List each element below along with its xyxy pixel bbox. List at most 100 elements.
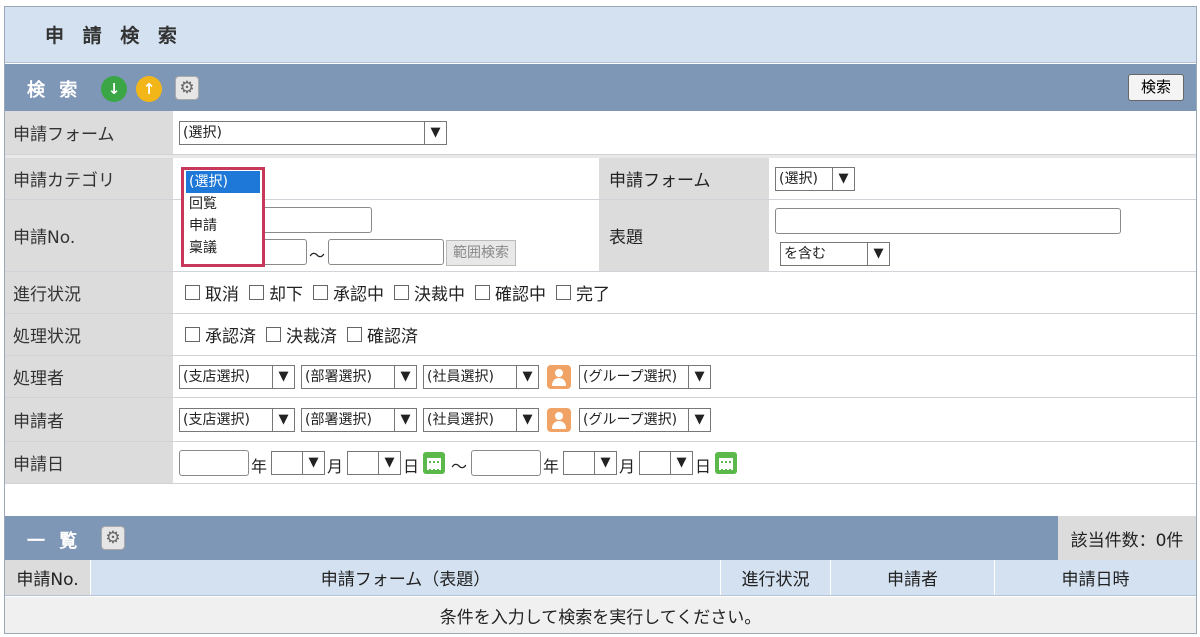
app-no-label: 申請No. (5, 200, 173, 271)
empty-results-message: 条件を入力して検索を実行してください。 (5, 597, 1196, 633)
chevron-down-icon: ▼ (394, 366, 416, 388)
form-right-select[interactable]: (選択) ▼ (775, 167, 855, 191)
list-section-bar: 一 覧 ⚙ 該当件数：0件 (5, 516, 1196, 560)
chevron-down-icon: ▼ (378, 452, 400, 474)
processor-group-select[interactable]: (グループ選択) ▼ (579, 365, 711, 389)
column-header-app-no[interactable]: 申請No. (5, 560, 91, 595)
processor-employee-select[interactable]: (社員選択) ▼ (423, 365, 539, 389)
chevron-down-icon: ▼ (688, 366, 710, 388)
checkbox-confirming[interactable]: 確認中 (475, 280, 546, 305)
chevron-down-icon: ▼ (867, 243, 889, 265)
chevron-down-icon: ▼ (594, 452, 616, 474)
page-title: 申 請 検 索 (45, 25, 183, 47)
processing-row: 処理状況 承認済 決裁済 確認済 (5, 314, 1196, 356)
search-button[interactable]: 検索 (1127, 74, 1184, 101)
checkbox-approved[interactable]: 承認済 (185, 322, 256, 347)
checkbox-complete[interactable]: 完了 (556, 280, 610, 305)
subject-match-select[interactable]: を含む ▼ (780, 242, 890, 266)
checkbox-confirmed[interactable]: 確認済 (347, 322, 418, 347)
chevron-down-icon: ▼ (302, 452, 324, 474)
checkbox-cancel[interactable]: 取消 (185, 280, 239, 305)
form-row: 申請フォーム (選択) ▼ (5, 111, 1196, 155)
date-to-month-select[interactable]: ▼ (563, 451, 617, 475)
search-section-label: 検 索 (27, 80, 82, 101)
processor-row: 処理者 (支店選択) ▼ (部署選択) ▼ (社員選択) ▼ (グループ選択) ▼ (5, 356, 1196, 398)
checkbox-approving[interactable]: 承認中 (313, 280, 384, 305)
results-table-header: 申請No. 申請フォーム（表題） 進行状況 申請者 申請日時 (5, 560, 1196, 596)
search-section-bar: 検 索 ↓ ↑ ⚙ 検索 (5, 64, 1196, 111)
chevron-down-icon: ▼ (832, 168, 854, 190)
app-no-input[interactable] (259, 207, 372, 233)
day-label: 日 (403, 457, 420, 476)
form-label: 申請フォーム (5, 111, 173, 154)
date-from-month-select[interactable]: ▼ (271, 451, 325, 475)
applicant-employee-select[interactable]: (社員選択) ▼ (423, 408, 539, 432)
chevron-down-icon: ▼ (394, 409, 416, 431)
dropdown-option[interactable]: 稟議 (186, 237, 260, 259)
date-to-year-input[interactable] (471, 450, 541, 476)
chevron-down-icon: ▼ (516, 409, 538, 431)
progress-label: 進行状況 (5, 272, 173, 313)
chevron-down-icon: ▼ (670, 452, 692, 474)
form-right-label: 申請フォーム (599, 158, 769, 199)
processor-branch-select[interactable]: (支店選択) ▼ (179, 365, 295, 389)
chevron-down-icon: ▼ (516, 366, 538, 388)
column-header-date[interactable]: 申請日時 (995, 560, 1196, 595)
column-header-form-subject[interactable]: 申請フォーム（表題） (91, 560, 721, 595)
tilde-separator: 〜 (451, 457, 468, 476)
checkbox-reject[interactable]: 却下 (249, 280, 303, 305)
progress-options: 取消 却下 承認中 決裁中 確認中 完了 (185, 272, 620, 313)
processor-label: 処理者 (5, 356, 173, 397)
category-dropdown-list[interactable]: (選択) 回覧 申請 稟議 (181, 167, 265, 267)
range-search-button[interactable]: 範囲検索 (446, 240, 516, 266)
column-header-applicant[interactable]: 申請者 (831, 560, 995, 595)
calendar-icon[interactable] (715, 452, 737, 474)
subject-input[interactable] (775, 208, 1121, 234)
person-icon[interactable] (547, 365, 571, 389)
app-no-to-input[interactable] (328, 239, 444, 265)
date-from-day-select[interactable]: ▼ (347, 451, 401, 475)
subject-label: 表題 (599, 200, 769, 271)
date-row: 申請日 年 ▼ 月 ▼ 日 〜 年 ▼ 月 ▼ 日 (5, 442, 1196, 484)
dropdown-option[interactable]: 申請 (186, 215, 260, 237)
chevron-down-icon: ▼ (272, 366, 294, 388)
category-label: 申請カテゴリ (5, 158, 173, 199)
tilde-separator: 〜 (309, 246, 326, 265)
person-icon[interactable] (547, 408, 571, 432)
year-label: 年 (543, 457, 560, 476)
application-search-panel: 申 請 検 索 検 索 ↓ ↑ ⚙ 検索 申請フォーム (選択) ▼ 申請カテゴ… (4, 6, 1197, 634)
month-label: 月 (327, 457, 344, 476)
date-label: 申請日 (5, 442, 173, 483)
processing-label: 処理状況 (5, 314, 173, 355)
date-to-day-select[interactable]: ▼ (639, 451, 693, 475)
day-label: 日 (695, 457, 712, 476)
chevron-down-icon: ▼ (688, 409, 710, 431)
title-bar: 申 請 検 索 (5, 7, 1196, 63)
settings-gear-icon[interactable]: ⚙ (175, 76, 199, 100)
month-label: 月 (619, 457, 636, 476)
applicant-row: 申請者 (支店選択) ▼ (部署選択) ▼ (社員選択) ▼ (グループ選択) ▼ (5, 398, 1196, 442)
progress-row: 進行状況 取消 却下 承認中 決裁中 確認中 完了 (5, 272, 1196, 314)
applicant-group-select[interactable]: (グループ選択) ▼ (579, 408, 711, 432)
list-section-label: 一 覧 (27, 531, 82, 552)
chevron-down-icon: ▼ (272, 409, 294, 431)
calendar-icon[interactable] (423, 452, 445, 474)
applicant-label: 申請者 (5, 398, 173, 441)
applicant-dept-select[interactable]: (部署選択) ▼ (301, 408, 417, 432)
form-select[interactable]: (選択) ▼ (179, 121, 447, 145)
applicant-branch-select[interactable]: (支店選択) ▼ (179, 408, 295, 432)
download-arrow-icon[interactable]: ↓ (101, 76, 127, 102)
result-count: 該当件数：0件 (1058, 516, 1196, 560)
processing-options: 承認済 決裁済 確認済 (185, 314, 428, 355)
checkbox-deciding[interactable]: 決裁中 (394, 280, 465, 305)
dropdown-option[interactable]: 回覧 (186, 193, 260, 215)
upload-arrow-icon[interactable]: ↑ (136, 76, 162, 102)
settings-gear-icon[interactable]: ⚙ (101, 526, 125, 550)
processor-dept-select[interactable]: (部署選択) ▼ (301, 365, 417, 389)
date-from-year-input[interactable] (179, 450, 249, 476)
chevron-down-icon: ▼ (424, 122, 446, 144)
dropdown-option[interactable]: (選択) (186, 171, 260, 193)
checkbox-decided[interactable]: 決裁済 (266, 322, 337, 347)
column-header-progress[interactable]: 進行状況 (721, 560, 831, 595)
year-label: 年 (251, 457, 268, 476)
